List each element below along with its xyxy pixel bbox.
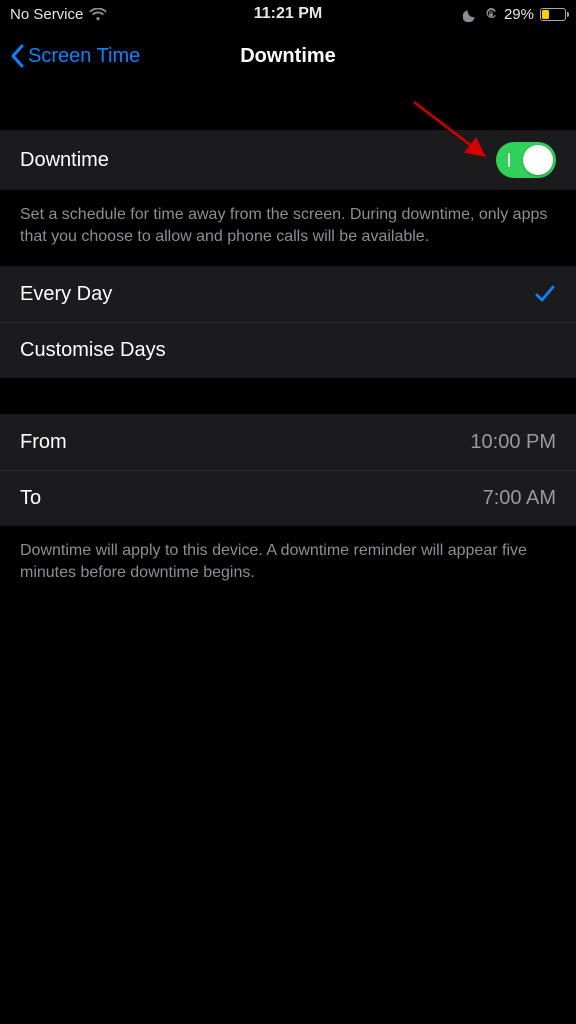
status-bar: No Service 11:21 PM 29% <box>0 0 576 28</box>
checkmark-icon <box>534 283 556 305</box>
customise-days-label: Customise Days <box>20 339 556 362</box>
from-value: 10:00 PM <box>470 431 556 454</box>
customise-days-row[interactable]: Customise Days <box>0 322 576 378</box>
downtime-label: Downtime <box>20 149 496 172</box>
status-time: 11:21 PM <box>0 5 576 23</box>
downtime-toggle[interactable] <box>496 142 556 178</box>
to-label: To <box>20 487 483 510</box>
downtime-toggle-row: Downtime <box>0 130 576 190</box>
device-footer-note: Downtime will apply to this device. A do… <box>0 526 576 602</box>
section-gap <box>0 84 576 130</box>
section-gap <box>0 378 576 414</box>
from-label: From <box>20 431 470 454</box>
to-time-row[interactable]: To 7:00 AM <box>0 470 576 526</box>
downtime-toggle-group: Downtime <box>0 130 576 190</box>
from-time-row[interactable]: From 10:00 PM <box>0 414 576 470</box>
nav-bar: Screen Time Downtime <box>0 28 576 84</box>
every-day-row[interactable]: Every Day <box>0 266 576 322</box>
to-value: 7:00 AM <box>483 487 556 510</box>
time-range-group: From 10:00 PM To 7:00 AM <box>0 414 576 526</box>
page-title: Downtime <box>0 45 576 68</box>
every-day-label: Every Day <box>20 283 534 306</box>
schedule-mode-group: Every Day Customise Days <box>0 266 576 378</box>
battery-icon <box>540 8 566 21</box>
downtime-description: Set a schedule for time away from the sc… <box>0 190 576 266</box>
